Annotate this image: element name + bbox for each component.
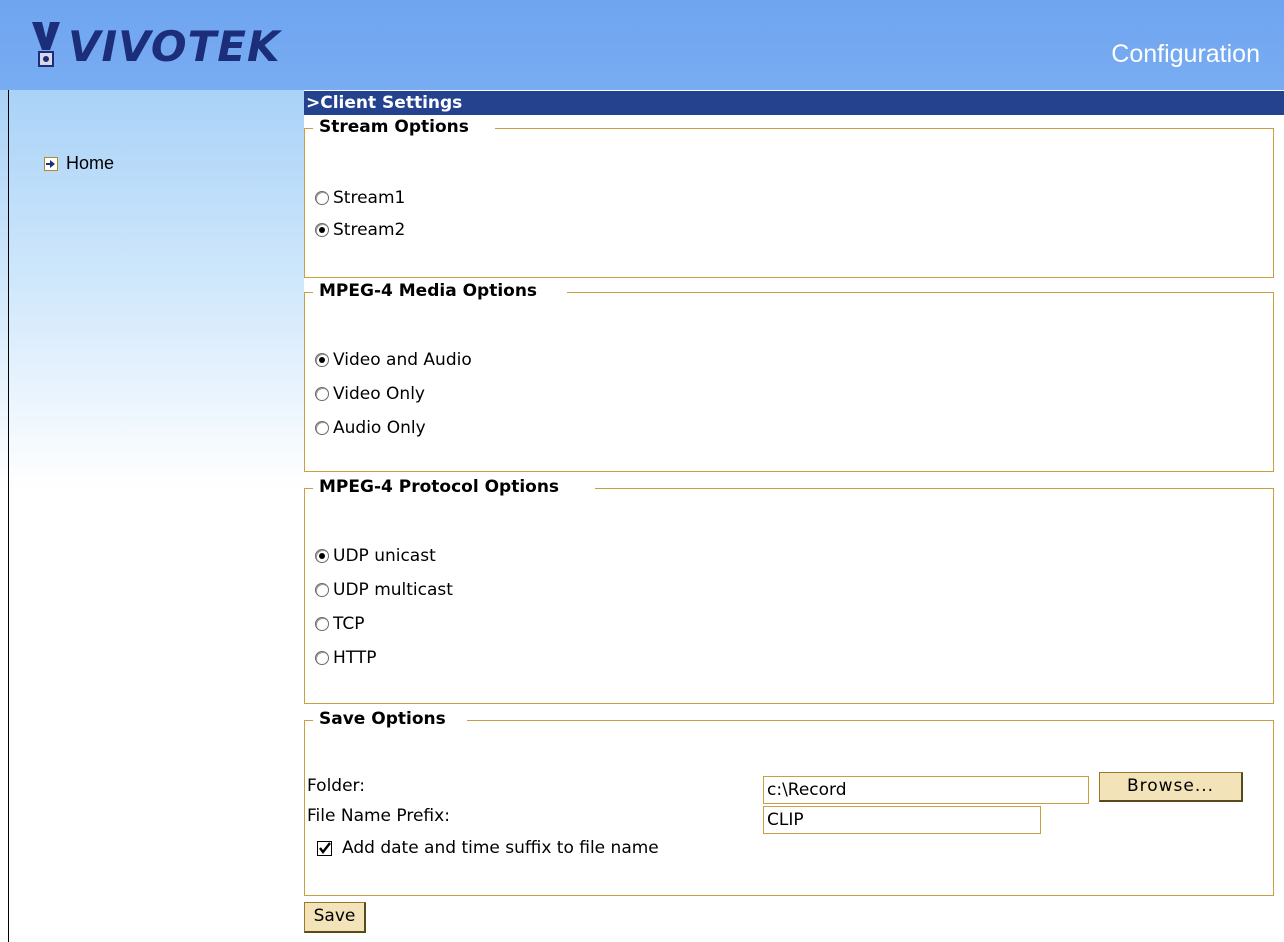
sidebar-item-label: Home <box>66 153 115 173</box>
prefix-input[interactable]: CLIP <box>763 806 1041 834</box>
group-border <box>305 720 313 721</box>
radio-button[interactable] <box>315 421 329 435</box>
radio-label: Video Only <box>333 384 425 404</box>
radio-button[interactable] <box>315 191 329 205</box>
radio-label: Stream1 <box>333 188 406 208</box>
video-and-audio-radio[interactable]: Video and Audio <box>315 350 472 370</box>
group-legend: Save Options <box>317 709 448 729</box>
radio-button[interactable] <box>315 549 329 563</box>
radio-button[interactable] <box>315 617 329 631</box>
vivotek-logo: VIVOTEK <box>30 18 281 74</box>
protocol-options-group: MPEG-4 Protocol Options UDP unicast UDP … <box>304 477 1274 704</box>
radio-label: UDP unicast <box>333 546 436 566</box>
radio-label: TCP <box>333 614 365 634</box>
logo-text: VIVOTEK <box>68 21 281 71</box>
page-section-title: Configuration <box>1111 40 1260 68</box>
radio-button[interactable] <box>315 387 329 401</box>
group-border <box>567 292 1273 293</box>
video-only-radio[interactable]: Video Only <box>315 384 425 404</box>
arrow-right-icon <box>44 156 58 171</box>
group-border <box>495 128 1273 129</box>
http-radio[interactable]: HTTP <box>315 648 377 668</box>
vivotek-logo-mark-icon <box>32 22 60 67</box>
save-button[interactable]: Save <box>304 902 366 933</box>
group-border <box>305 128 313 129</box>
radio-button[interactable] <box>315 353 329 367</box>
group-legend: MPEG-4 Media Options <box>317 281 540 301</box>
group-legend: MPEG-4 Protocol Options <box>317 477 562 497</box>
stream-options-group: Stream Options Stream1 Stream2 <box>304 117 1274 278</box>
radio-button[interactable] <box>315 651 329 665</box>
checkbox-label: Add date and time suffix to file name <box>342 838 659 858</box>
sidebar: Home <box>0 90 304 490</box>
sidebar-item-home[interactable]: Home <box>44 153 114 174</box>
folder-label: Folder: <box>307 776 365 796</box>
save-options-group: Save Options Folder: c:\Record Browse...… <box>304 709 1274 896</box>
group-border <box>467 720 1273 721</box>
left-border <box>8 90 9 942</box>
group-border <box>305 292 313 293</box>
date-suffix-checkbox-row[interactable]: Add date and time suffix to file name <box>317 838 659 858</box>
udp-multicast-radio[interactable]: UDP multicast <box>315 580 453 600</box>
group-legend: Stream Options <box>317 117 471 137</box>
group-border <box>595 488 1273 489</box>
page: VIVOTEK Configuration Home >Client Setti… <box>0 0 1284 942</box>
radio-label: UDP multicast <box>333 580 453 600</box>
media-options-group: MPEG-4 Media Options Video and Audio Vid… <box>304 281 1274 472</box>
radio-label: Video and Audio <box>333 350 472 370</box>
radio-label: Audio Only <box>333 418 426 438</box>
stream1-radio[interactable]: Stream1 <box>315 188 405 208</box>
audio-only-radio[interactable]: Audio Only <box>315 418 426 438</box>
checkmark-icon <box>318 842 331 854</box>
stream2-radio[interactable]: Stream2 <box>315 220 405 240</box>
radio-label: HTTP <box>333 648 377 668</box>
header: VIVOTEK Configuration <box>0 0 1284 90</box>
date-suffix-checkbox[interactable] <box>317 840 332 856</box>
page-title: >Client Settings <box>304 91 1284 115</box>
folder-input[interactable]: c:\Record <box>763 776 1089 804</box>
tcp-radio[interactable]: TCP <box>315 614 365 634</box>
radio-button[interactable] <box>315 223 329 237</box>
group-border <box>305 488 313 489</box>
udp-unicast-radio[interactable]: UDP unicast <box>315 546 436 566</box>
radio-label: Stream2 <box>333 220 406 240</box>
browse-button[interactable]: Browse... <box>1099 772 1243 802</box>
radio-button[interactable] <box>315 583 329 597</box>
prefix-label: File Name Prefix: <box>307 806 450 826</box>
